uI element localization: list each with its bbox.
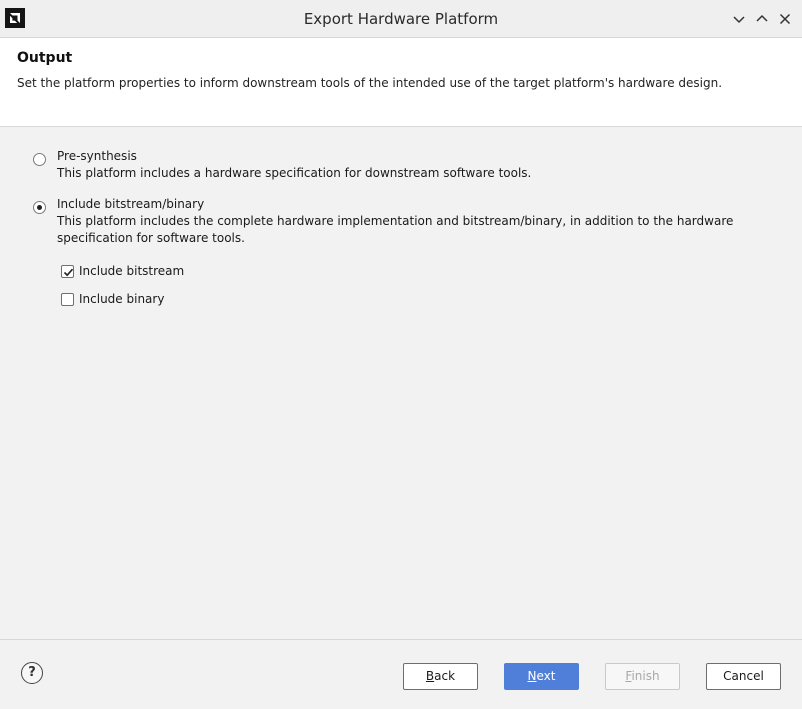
wizard-footer: ? Back Next Finish Cancel xyxy=(0,639,802,709)
include-binary-checkbox[interactable] xyxy=(61,293,74,306)
pre-synthesis-description: This platform includes a hardware specif… xyxy=(57,166,532,180)
pre-synthesis-radio[interactable] xyxy=(33,153,46,166)
chevron-down-icon[interactable] xyxy=(729,9,749,29)
back-label-rest: ack xyxy=(434,669,456,683)
finish-label-rest: inish xyxy=(631,669,660,683)
check-icon xyxy=(63,268,74,277)
wizard-content: Pre-synthesis This platform includes a h… xyxy=(0,127,802,639)
back-button[interactable]: Back xyxy=(403,663,478,690)
title-bar: Export Hardware Platform xyxy=(0,0,802,38)
page-description: Set the platform properties to inform do… xyxy=(17,76,723,90)
include-bitstream-checkbox[interactable] xyxy=(61,265,74,278)
chevron-up-icon[interactable] xyxy=(752,9,772,29)
page-title: Output xyxy=(17,50,73,66)
help-icon[interactable]: ? xyxy=(21,662,43,684)
include-bitstream-binary-radio[interactable] xyxy=(33,201,46,214)
back-mnemonic: B xyxy=(425,669,435,683)
next-mnemonic: N xyxy=(527,669,537,683)
next-label-rest: ext xyxy=(536,669,556,683)
include-bitstream-binary-label[interactable]: Include bitstream/binary xyxy=(57,197,204,211)
finish-button[interactable]: Finish xyxy=(605,663,680,690)
wizard-header: Output Set the platform properties to in… xyxy=(0,38,802,127)
pre-synthesis-label[interactable]: Pre-synthesis xyxy=(57,149,137,163)
next-button[interactable]: Next xyxy=(504,663,579,690)
include-bitstream-label[interactable]: Include bitstream xyxy=(79,264,184,278)
export-hardware-platform-dialog: Export Hardware Platform Output Set the … xyxy=(0,0,802,709)
window-title: Export Hardware Platform xyxy=(303,10,499,28)
include-bitstream-binary-description: This platform includes the complete hard… xyxy=(57,214,734,245)
include-binary-label[interactable]: Include binary xyxy=(79,292,164,306)
cancel-button[interactable]: Cancel xyxy=(706,663,781,690)
close-icon[interactable] xyxy=(775,9,795,29)
